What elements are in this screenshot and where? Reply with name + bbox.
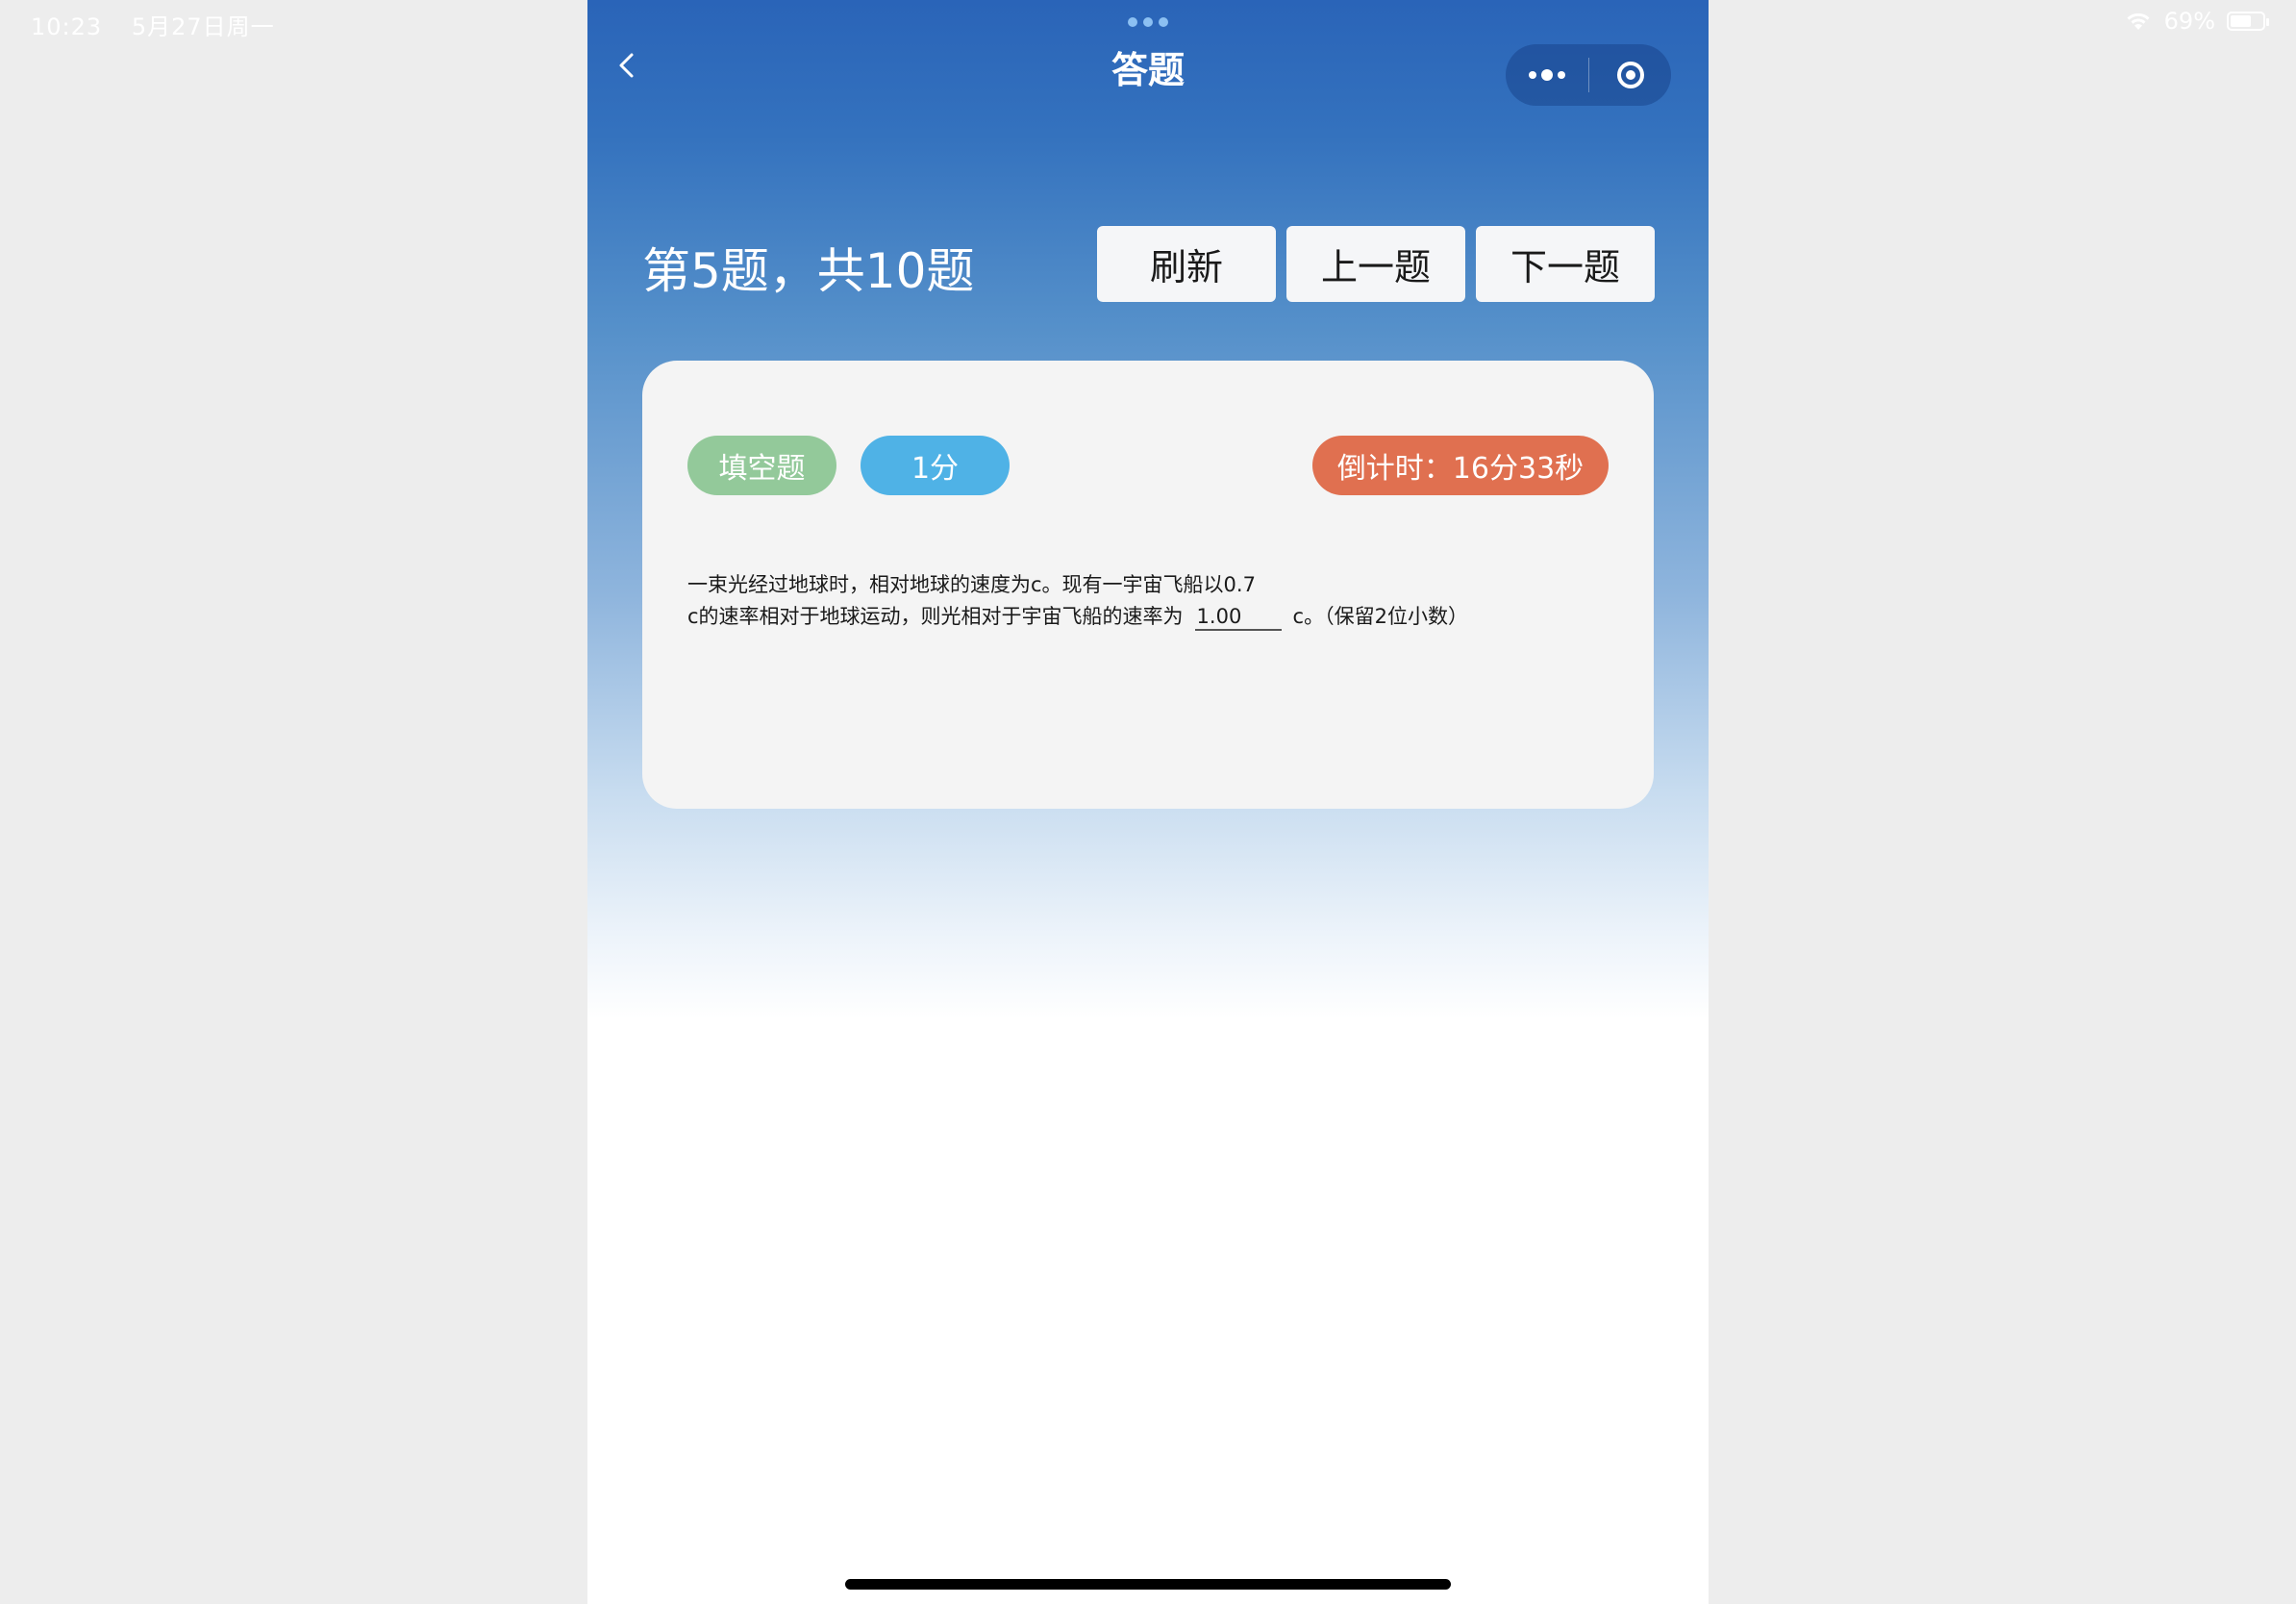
- question-line-2-before: c的速率相对于地球运动，则光相对于宇宙飞船的速率为: [687, 605, 1184, 628]
- question-line-1: 一束光经过地球时，相对地球的速度为c。现有一宇宙飞船以0.7: [687, 573, 1256, 596]
- home-indicator[interactable]: [845, 1579, 1451, 1590]
- wifi-icon: [2127, 13, 2150, 30]
- menu-capsule: [1506, 44, 1671, 106]
- next-question-button[interactable]: 下一题: [1476, 226, 1655, 302]
- drag-handle-icon[interactable]: [1128, 17, 1168, 27]
- mini-program-window: 答题 第5题，共10题 刷新 上一题 下一题 填空题 1分 倒计时：16分33秒…: [587, 0, 1709, 1604]
- question-card: 填空题 1分 倒计时：16分33秒 一束光经过地球时，相对地球的速度为c。现有一…: [642, 361, 1654, 809]
- question-line-2: c的速率相对于地球运动，则光相对于宇宙飞船的速率为 1.00 c。（保留2位小数）: [687, 601, 1610, 633]
- battery-percent: 69%: [2163, 8, 2215, 35]
- status-date: 5月27日周一: [131, 13, 275, 40]
- more-button[interactable]: [1506, 44, 1588, 106]
- battery-icon: [2227, 12, 2269, 31]
- refresh-button[interactable]: 刷新: [1097, 226, 1276, 302]
- status-left: 10:23 5月27日周一: [31, 8, 296, 41]
- close-button[interactable]: [1589, 44, 1671, 106]
- previous-question-button[interactable]: 上一题: [1286, 226, 1465, 302]
- answer-input[interactable]: 1.00: [1194, 604, 1282, 631]
- question-progress: 第5题，共10题: [642, 243, 975, 299]
- question-type-badge: 填空题: [687, 436, 836, 495]
- status-time: 10:23: [31, 13, 103, 40]
- target-icon: [1616, 62, 1644, 88]
- question-text: 一束光经过地球时，相对地球的速度为c。现有一宇宙飞船以0.7 c的速率相对于地球…: [687, 569, 1610, 633]
- score-badge: 1分: [861, 436, 1010, 495]
- countdown-badge: 倒计时：16分33秒: [1312, 436, 1609, 495]
- battery-fill: [2231, 15, 2251, 27]
- status-right: 69%: [2124, 8, 2269, 35]
- more-icon: [1529, 69, 1565, 81]
- question-line-2-after: c。（保留2位小数）: [1292, 605, 1468, 628]
